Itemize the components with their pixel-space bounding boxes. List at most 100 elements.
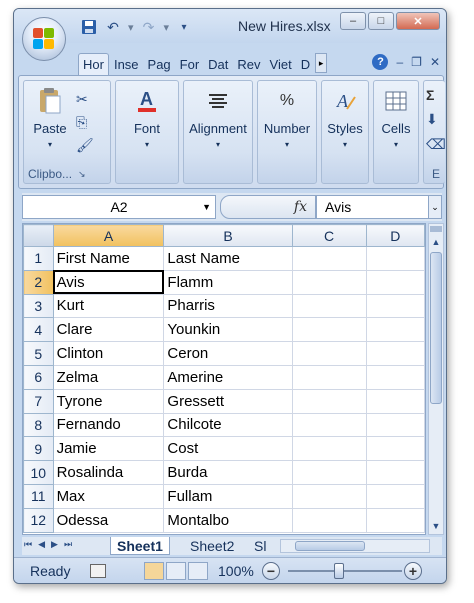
row-header[interactable]: 5: [23, 341, 54, 366]
cells-group[interactable]: Cells ▾: [373, 80, 419, 184]
minimize-button[interactable]: –: [340, 12, 366, 30]
horizontal-scroll-thumb[interactable]: [295, 541, 365, 551]
close-button[interactable]: ✕: [396, 12, 440, 30]
cell[interactable]: Fernando: [52, 412, 165, 438]
cell[interactable]: Amerine: [163, 364, 293, 390]
formula-input[interactable]: Avis: [316, 195, 430, 219]
cell[interactable]: Tyrone: [52, 388, 165, 414]
cell[interactable]: Younkin: [163, 317, 293, 343]
zoom-slider-thumb[interactable]: [334, 563, 344, 579]
cell[interactable]: [291, 412, 367, 438]
redo-icon[interactable]: ↷: [140, 18, 158, 36]
cell[interactable]: Burda: [163, 460, 293, 485]
row-header[interactable]: 11: [23, 483, 54, 509]
autosum-icon[interactable]: Σ: [426, 87, 446, 103]
clear-icon[interactable]: ⌫: [426, 136, 446, 153]
insert-function-button[interactable]: fx: [294, 199, 307, 215]
cell[interactable]: [291, 246, 367, 271]
tab-view[interactable]: Viet: [266, 53, 296, 75]
normal-view-button[interactable]: [144, 562, 164, 580]
active-cell[interactable]: Avis: [52, 269, 165, 295]
customize-icon[interactable]: ▾: [175, 18, 193, 36]
scroll-up-icon[interactable]: ▲: [429, 234, 443, 250]
fill-icon[interactable]: ⬇: [426, 111, 446, 128]
cell[interactable]: [365, 341, 425, 366]
zoom-slider[interactable]: [288, 570, 402, 572]
row-header[interactable]: 6: [23, 364, 54, 390]
cell[interactable]: [291, 460, 367, 485]
help-icon[interactable]: ?: [372, 54, 389, 70]
cell[interactable]: [291, 269, 367, 295]
cell[interactable]: Max: [52, 483, 165, 509]
zoom-level[interactable]: 100%: [218, 563, 254, 579]
cell[interactable]: [291, 364, 367, 390]
number-group[interactable]: % Number ▾: [257, 80, 317, 184]
undo-icon[interactable]: ↶: [104, 18, 122, 36]
row-header[interactable]: 3: [23, 293, 54, 319]
row-header[interactable]: 10: [23, 460, 54, 485]
cell[interactable]: [365, 317, 425, 343]
row-header[interactable]: 8: [23, 412, 54, 438]
cell[interactable]: Odessa: [52, 507, 165, 533]
tab-formulas[interactable]: For: [176, 53, 204, 75]
cell[interactable]: [365, 269, 425, 295]
row-header[interactable]: 4: [23, 317, 54, 343]
tab-developer[interactable]: D: [297, 53, 314, 75]
font-group[interactable]: A Font ▾: [115, 80, 179, 184]
zoom-in-button[interactable]: +: [404, 562, 422, 580]
office-button[interactable]: [22, 17, 66, 61]
column-header-b[interactable]: B: [163, 224, 293, 247]
row-header[interactable]: 2: [23, 269, 54, 295]
row-header[interactable]: 9: [23, 436, 54, 462]
formula-expand-icon[interactable]: ⌄: [428, 195, 442, 219]
page-layout-view-button[interactable]: [166, 562, 186, 580]
ribbon-restore-icon[interactable]: ❐: [411, 55, 422, 69]
paste-button[interactable]: Paste ▾: [24, 87, 76, 149]
prev-sheet-icon[interactable]: ◀: [38, 539, 45, 550]
tab-page-layout[interactable]: Pag: [144, 53, 175, 75]
tab-insert[interactable]: Inse: [110, 53, 143, 75]
cell[interactable]: [365, 293, 425, 319]
maximize-button[interactable]: □: [368, 12, 394, 30]
tab-data[interactable]: Dat: [204, 53, 232, 75]
page-break-view-button[interactable]: [188, 562, 208, 580]
vertical-scrollbar[interactable]: ▲ ▼: [428, 223, 444, 535]
select-all-corner[interactable]: [23, 224, 54, 247]
cell[interactable]: Fullam: [163, 483, 293, 509]
last-sheet-icon[interactable]: ⏭: [64, 539, 72, 550]
ribbon-minimize-icon[interactable]: –: [396, 55, 403, 69]
column-header-d[interactable]: D: [365, 224, 425, 247]
cell[interactable]: [365, 364, 425, 390]
cut-icon[interactable]: ✂: [76, 91, 94, 108]
cell[interactable]: [365, 388, 425, 414]
row-header[interactable]: 12: [23, 507, 54, 533]
cell[interactable]: Last Name: [163, 246, 293, 271]
cell[interactable]: Clare: [52, 317, 165, 343]
tab-review[interactable]: Rev: [233, 53, 264, 75]
cell[interactable]: [365, 246, 425, 271]
cell[interactable]: Flamm: [163, 269, 293, 295]
cell[interactable]: [365, 483, 425, 509]
cell[interactable]: Kurt: [52, 293, 165, 319]
cell[interactable]: [291, 436, 367, 462]
row-header[interactable]: 1: [23, 246, 54, 271]
column-header-c[interactable]: C: [291, 224, 367, 247]
cell[interactable]: [291, 341, 367, 366]
row-header[interactable]: 7: [23, 388, 54, 414]
vertical-scroll-thumb[interactable]: [430, 252, 442, 404]
cell[interactable]: Ceron: [163, 341, 293, 366]
cell[interactable]: Clinton: [52, 341, 165, 366]
macro-record-icon[interactable]: [90, 564, 106, 578]
cell[interactable]: [365, 436, 425, 462]
cell[interactable]: [365, 412, 425, 438]
tab-scroll-button[interactable]: ▸: [315, 53, 328, 73]
cell[interactable]: [291, 507, 367, 533]
name-box-dropdown-icon[interactable]: ▼: [202, 202, 211, 212]
sheet-tab-sheet3[interactable]: Sl: [248, 537, 276, 555]
first-sheet-icon[interactable]: ⏮: [24, 539, 32, 550]
cell[interactable]: [291, 317, 367, 343]
cell[interactable]: Cost: [163, 436, 293, 462]
save-icon[interactable]: [80, 18, 98, 36]
ribbon-close-icon[interactable]: ✕: [430, 55, 440, 69]
alignment-group[interactable]: Alignment ▾: [183, 80, 253, 184]
